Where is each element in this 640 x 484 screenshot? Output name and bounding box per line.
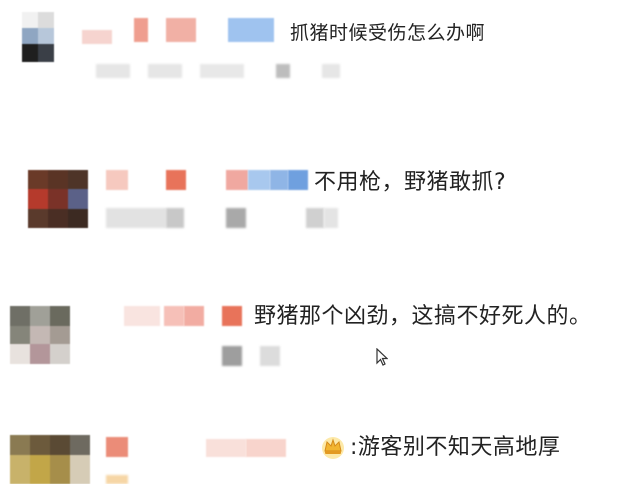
- comment-text: 抓猪时候受伤怎么办啊: [290, 22, 486, 44]
- avatar[interactable]: [22, 12, 54, 62]
- comment-text: :游客别不知天高地厚: [350, 435, 561, 460]
- crown-badge-icon: [322, 437, 344, 459]
- comment-item: 抓猪时候受伤怎么办啊: [0, 0, 640, 95]
- comment-item: 不用枪，野猪敢抓?: [0, 150, 640, 245]
- comment-meta: [106, 473, 166, 484]
- avatar[interactable]: [28, 170, 88, 228]
- comment-item: 野猪那个凶劲，这搞不好死人的。: [0, 290, 640, 385]
- username[interactable]: [124, 304, 254, 328]
- username[interactable]: [82, 18, 282, 44]
- comment-text: 野猪那个凶劲，这搞不好死人的。: [254, 304, 592, 329]
- comment-meta: [222, 344, 402, 368]
- avatar[interactable]: [10, 435, 90, 484]
- comment-meta: [96, 62, 356, 80]
- avatar[interactable]: [10, 306, 70, 364]
- username[interactable]: [106, 168, 308, 192]
- comment-meta: [106, 206, 366, 230]
- comment-item: :游客别不知天高地厚: [0, 425, 640, 484]
- mouse-cursor-icon: [376, 348, 388, 366]
- comment-text: 不用枪，野猪敢抓?: [314, 170, 507, 195]
- username[interactable]: [106, 435, 296, 459]
